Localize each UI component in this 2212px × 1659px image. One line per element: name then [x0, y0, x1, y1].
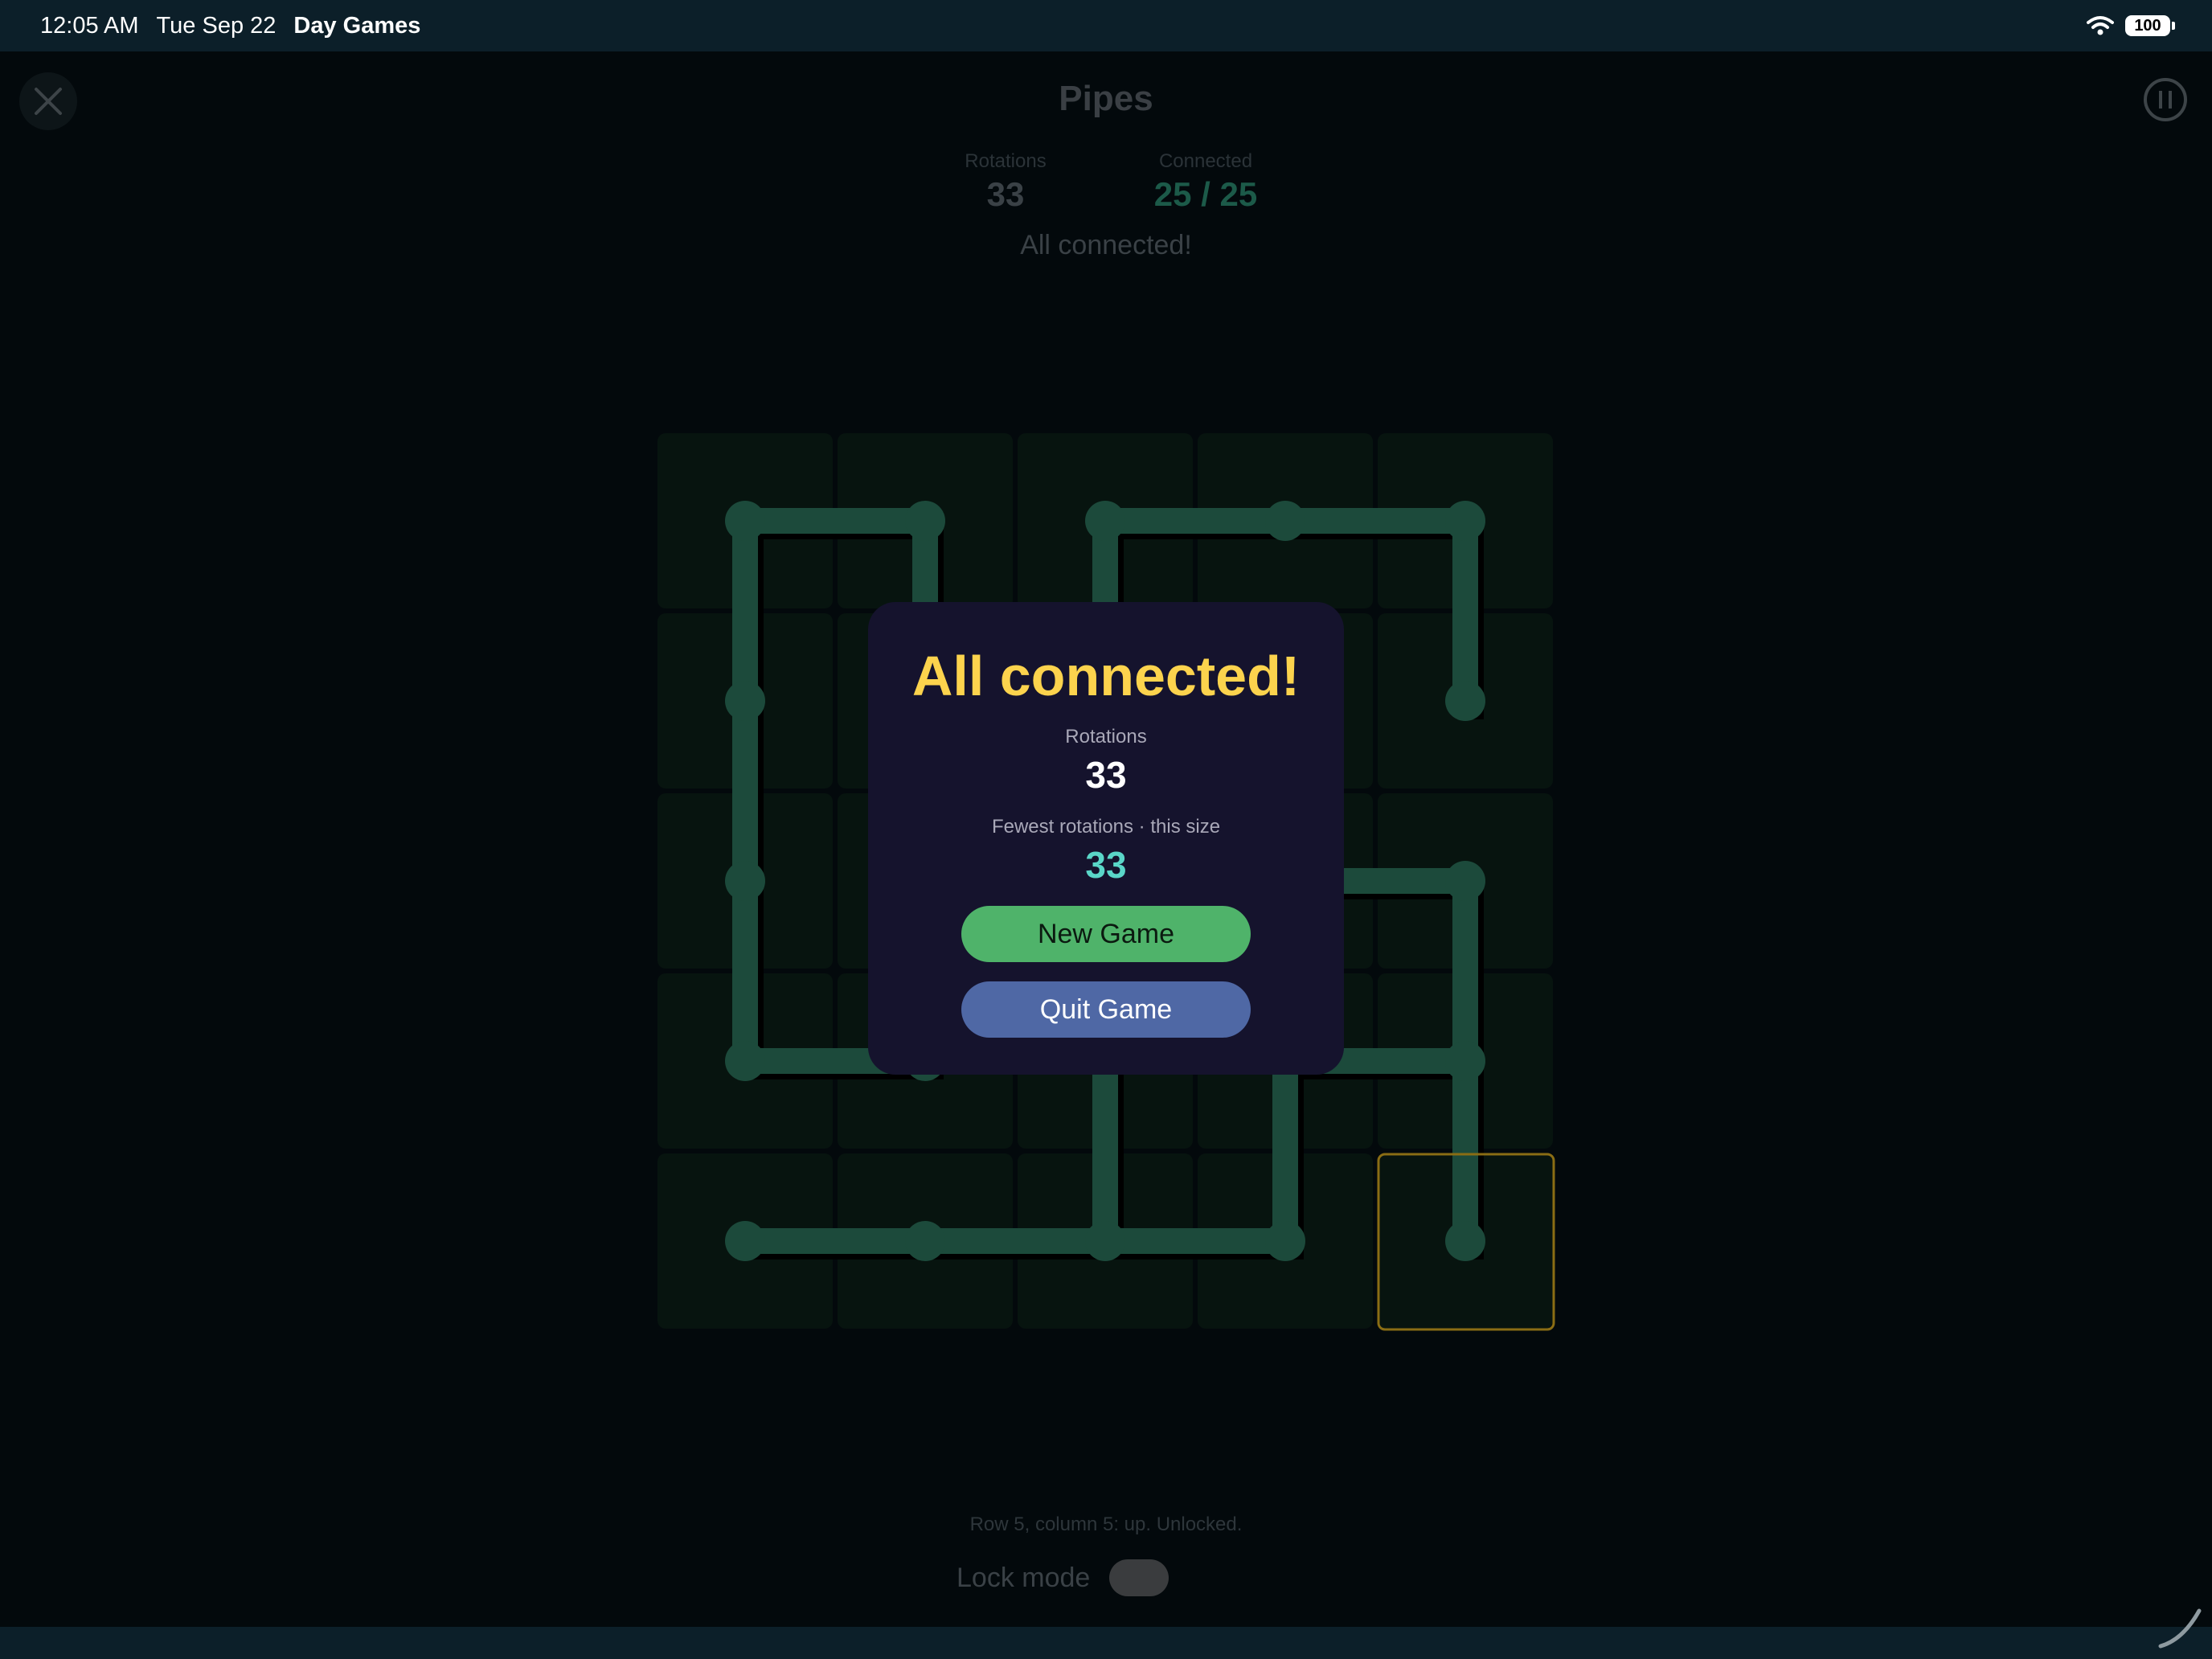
lock-mode-toggle[interactable]	[1109, 1559, 1169, 1596]
pipe-node	[1085, 1221, 1125, 1261]
game-complete-dialog: All connected! Rotations 33 Fewest rotat…	[868, 602, 1344, 1075]
pipe-node	[1445, 681, 1485, 721]
dialog-best-label: Fewest rotations · this size	[991, 816, 1221, 838]
pipe-node	[1445, 861, 1485, 901]
dialog-best-value: 33	[1085, 844, 1127, 886]
bottom-bar	[0, 1627, 2212, 1659]
pipe-node	[725, 1041, 765, 1081]
pipe-node	[905, 501, 945, 541]
pipe-node	[725, 501, 765, 541]
new-game-button[interactable]: New Game	[961, 906, 1251, 962]
dialog-title: All connected!	[911, 645, 1301, 707]
quit-game-button[interactable]: Quit Game	[961, 981, 1251, 1038]
pipe-node	[725, 861, 765, 901]
pipe-node	[725, 681, 765, 721]
dialog-rotations-value: 33	[1085, 754, 1127, 796]
home-indicator-icon	[2158, 1608, 2202, 1649]
pipe-node	[725, 1221, 765, 1261]
lock-mode-row: Lock mode	[956, 1559, 1169, 1596]
pipe-node	[1445, 1041, 1485, 1081]
cell-status-text: Row 5, column 5: up. Unlocked.	[969, 1514, 1243, 1535]
lock-mode-label: Lock mode	[956, 1562, 1091, 1593]
pipe-node	[1085, 501, 1125, 541]
pipe-node	[1265, 1221, 1305, 1261]
pipe-node	[1445, 1221, 1485, 1261]
pipe-node	[905, 1221, 945, 1261]
dialog-rotations-label: Rotations	[1065, 726, 1147, 748]
pipe-node	[1265, 501, 1305, 541]
pipe-node	[1445, 501, 1485, 541]
